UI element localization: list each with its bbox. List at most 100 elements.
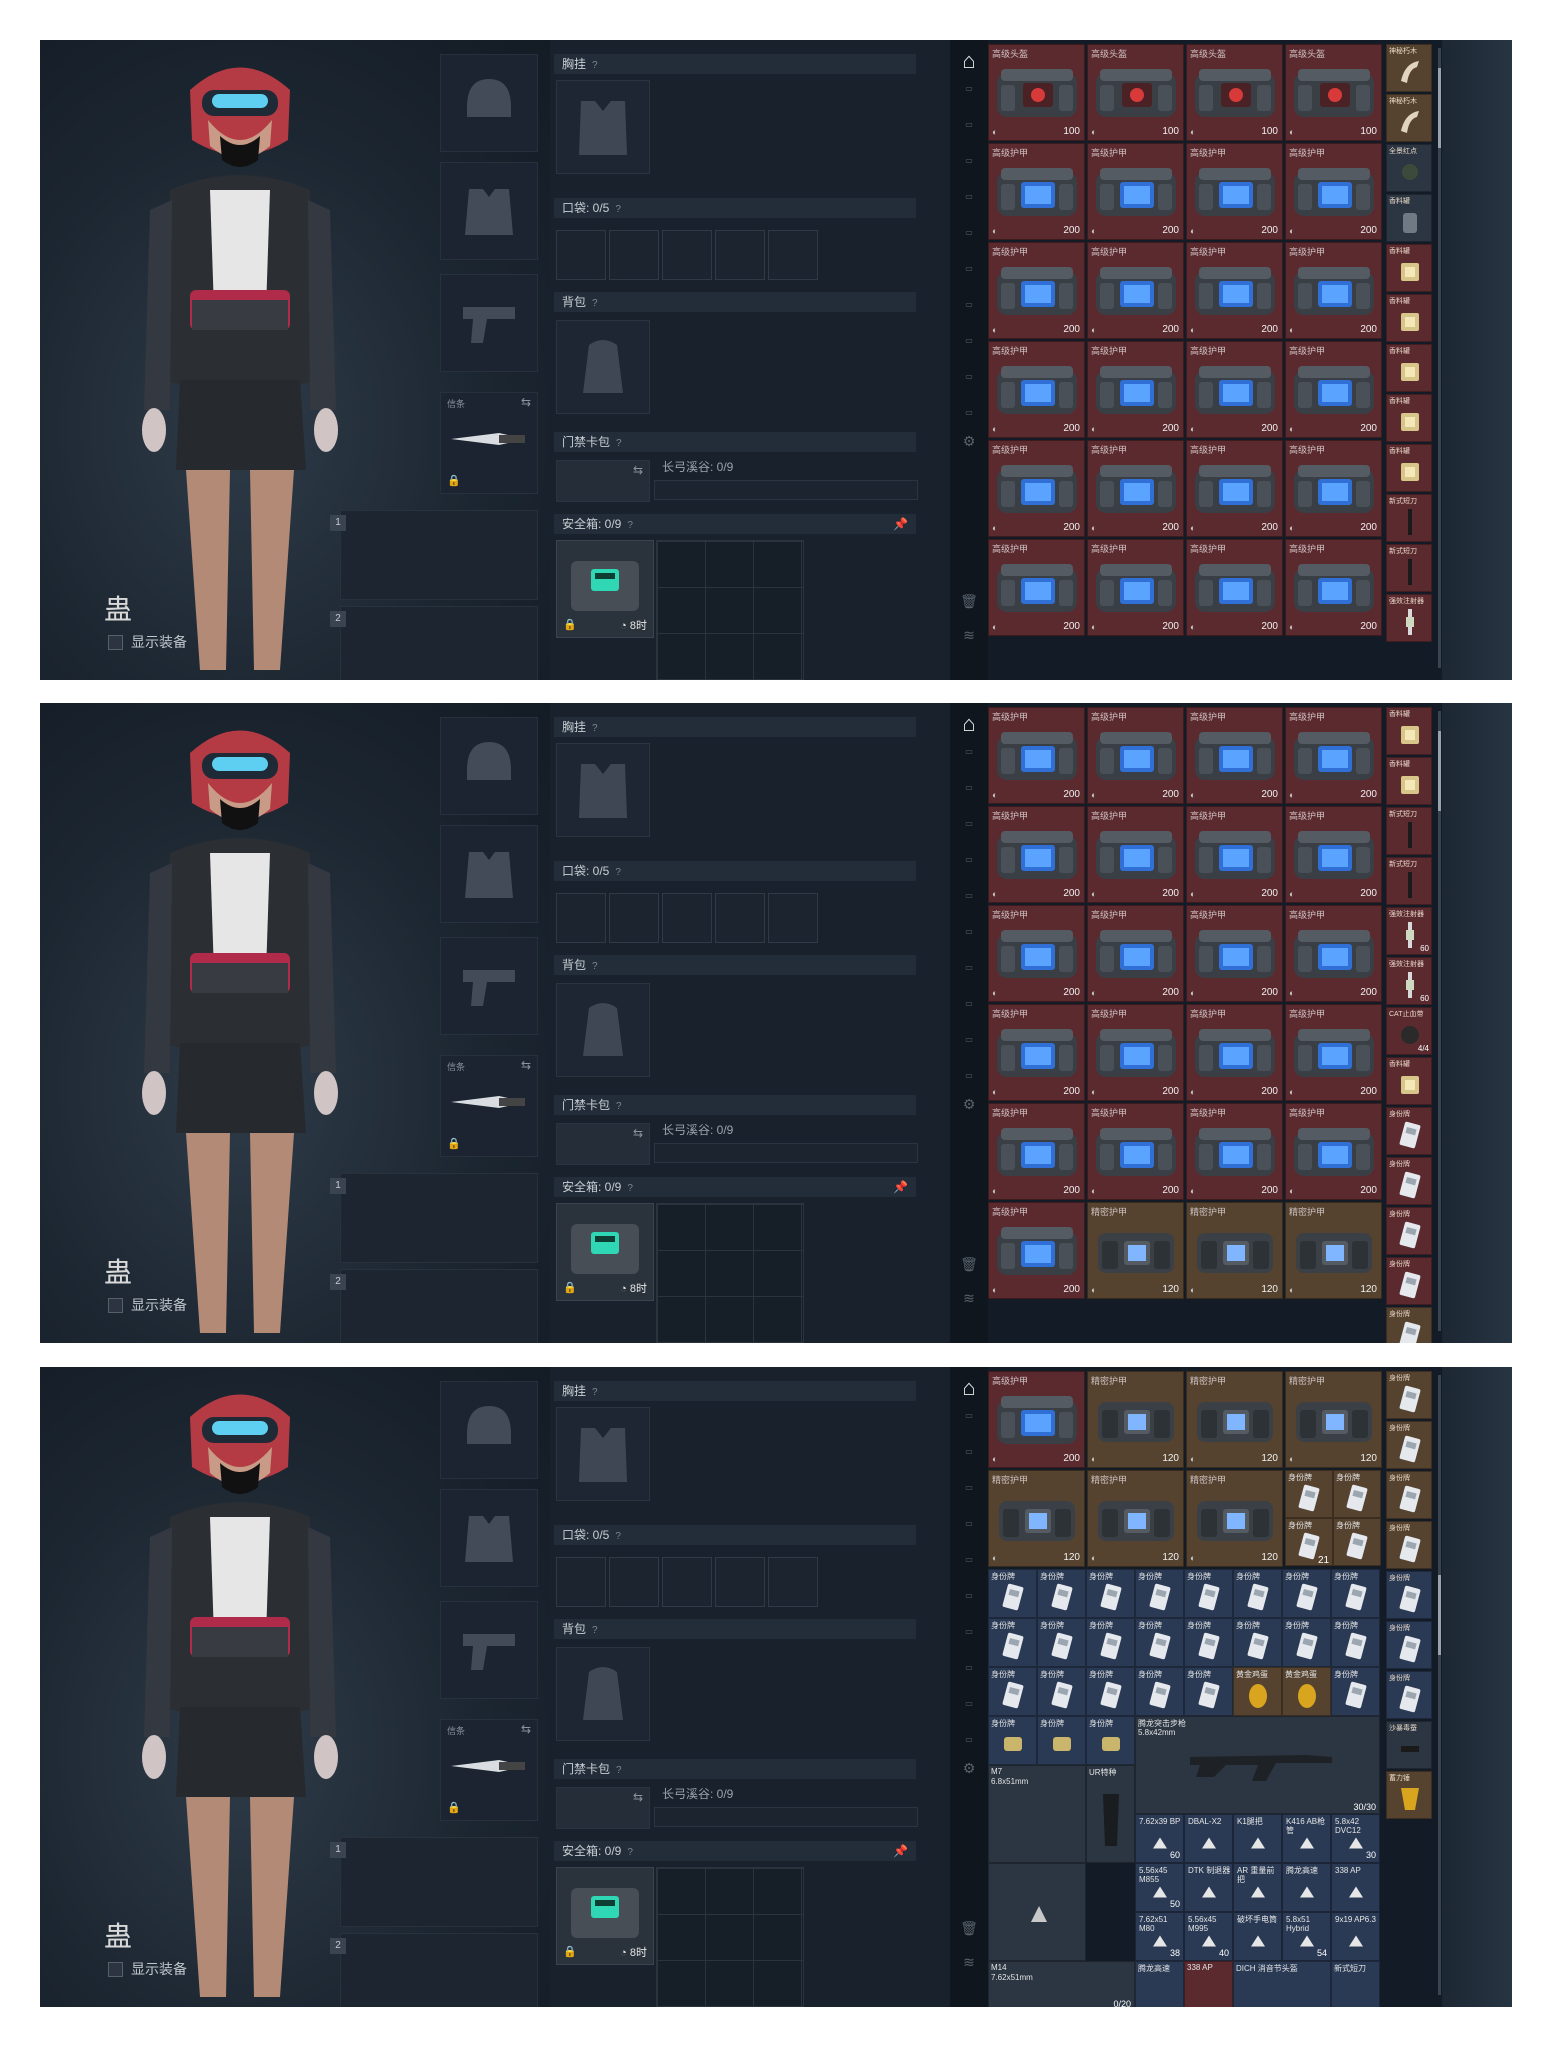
safebox-slot[interactable]: 🔒 ◔ 8时 <box>556 540 654 638</box>
category-tab-icon[interactable]: ▭ <box>956 120 982 146</box>
armor-item[interactable]: 高级护甲 ◐ 200 <box>1285 143 1382 240</box>
armor-item[interactable]: 高级护甲 ◐ 200 <box>1087 806 1184 903</box>
armor-item[interactable]: 精密护甲 ◐ 120 <box>1186 1202 1283 1299</box>
help-mark[interactable]: ? <box>616 1765 622 1776</box>
category-tab-icon[interactable]: ▭ <box>956 927 982 953</box>
helmet-slot[interactable] <box>440 1381 538 1479</box>
armor-item[interactable]: 高级护甲 ◐ 200 <box>1285 1103 1382 1200</box>
armor-slot[interactable] <box>440 1489 538 1587</box>
pocket-slot[interactable] <box>768 230 818 280</box>
card-item[interactable]: 身份牌 <box>1135 1667 1184 1716</box>
pocket-slot[interactable] <box>609 893 659 943</box>
armor-item[interactable]: 高级护甲 ◐ 200 <box>988 143 1085 240</box>
swap-icon[interactable]: ⇆ <box>633 1790 643 1804</box>
side-item[interactable]: 身份牌 <box>1386 1207 1432 1255</box>
side-item[interactable]: 强效注射器 60 <box>1386 907 1432 955</box>
ammo-item[interactable]: 破坏手电筒 <box>1233 1912 1282 1961</box>
rifle-item[interactable]: 腾龙突击步枪 5.8x42mm 30/30 <box>1135 1716 1380 1814</box>
id-tag-item[interactable]: 身份牌 <box>988 1716 1037 1765</box>
armor-item[interactable]: 高级护甲 ◐ 200 <box>1186 1004 1283 1101</box>
side-item[interactable]: 身份牌 <box>1386 1621 1432 1669</box>
side-item[interactable]: 香料罐 <box>1386 244 1432 292</box>
helmet-slot[interactable] <box>440 54 538 152</box>
armor-item[interactable]: 高级护甲 ◐ 200 <box>1285 440 1382 537</box>
show-equipment-toggle[interactable]: 显示装备 <box>108 632 187 652</box>
layers-icon[interactable]: ≋ <box>956 628 982 656</box>
side-item[interactable]: 香料罐 <box>1386 444 1432 492</box>
side-item[interactable]: CAT止血带 4/4 <box>1386 1007 1432 1055</box>
armor-item[interactable]: 高级护甲 ◐ 200 <box>1186 440 1283 537</box>
help-mark[interactable]: ? <box>627 520 633 531</box>
side-item[interactable]: 新式短刀 <box>1386 494 1432 542</box>
category-tab-icon[interactable]: ▭ <box>956 1447 982 1473</box>
pocket-slot[interactable] <box>662 230 712 280</box>
category-tab-icon[interactable]: ▭ <box>956 1735 982 1761</box>
checkbox[interactable] <box>108 634 123 650</box>
show-equipment-toggle[interactable]: 显示装备 <box>108 1959 187 1979</box>
side-item[interactable]: 新式短刀 <box>1386 857 1432 905</box>
armor-item[interactable]: 高级护甲 ◐ 200 <box>1285 1004 1382 1101</box>
armor-item[interactable]: 高级护甲 ◐ 200 <box>988 440 1085 537</box>
card-item[interactable]: 身份牌 <box>988 1569 1037 1618</box>
armor-item[interactable]: 高级护甲 ◐ 200 <box>1087 143 1184 240</box>
pocket-slot[interactable] <box>662 1557 712 1607</box>
helmet-item[interactable]: 高级头盔 ◐ 100 <box>1087 44 1184 141</box>
primary-weapon-slot[interactable]: 1 <box>330 1173 538 1263</box>
swap-icon[interactable]: ⇆ <box>521 395 531 409</box>
keycard-slot[interactable]: ⇆ <box>556 460 650 502</box>
layers-icon[interactable]: ≋ <box>956 1955 982 1983</box>
side-item[interactable]: 新式短刀 <box>1386 807 1432 855</box>
backpack-slot[interactable] <box>556 1647 650 1741</box>
card-item[interactable]: 身份牌 <box>1331 1569 1380 1618</box>
card-item[interactable]: 身份牌 <box>1135 1618 1184 1667</box>
card-item[interactable]: 身份牌 <box>1331 1667 1380 1716</box>
pocket-slot[interactable] <box>556 893 606 943</box>
armor-item[interactable]: 高级护甲 ◐ 200 <box>1285 539 1382 636</box>
side-item[interactable]: 身份牌 <box>1386 1257 1432 1305</box>
pistol-slot[interactable] <box>440 274 538 372</box>
armor-item[interactable]: 高级护甲 ◐ 200 <box>1087 341 1184 438</box>
help-mark[interactable]: ? <box>616 1101 622 1112</box>
checkbox[interactable] <box>108 1961 123 1977</box>
category-tab-icon[interactable]: ▭ <box>956 228 982 254</box>
golden-egg-item[interactable]: 黄金鸡蛋 <box>1233 1667 1282 1716</box>
armor-item[interactable]: 高级护甲 ◐ 200 <box>988 242 1085 339</box>
armor-item[interactable]: 高级护甲 ◐ 200 <box>1186 806 1283 903</box>
category-tab-icon[interactable]: ▭ <box>956 747 982 773</box>
chest-rig-slot[interactable] <box>556 1407 650 1501</box>
stash-scrollbar[interactable] <box>1438 711 1441 1331</box>
grip-item[interactable]: UR特种 <box>1086 1765 1135 1863</box>
armor-item[interactable]: 精密护甲 ◐ 120 <box>1186 1371 1283 1468</box>
side-item[interactable]: 沙暴毒蚕 <box>1386 1721 1432 1769</box>
category-tab-icon[interactable]: ▭ <box>956 84 982 110</box>
category-tab-icon[interactable]: ▭ <box>956 855 982 881</box>
armor-item[interactable]: 高级护甲 ◐ 200 <box>988 539 1085 636</box>
swap-icon[interactable]: ⇆ <box>633 1126 643 1140</box>
armor-item[interactable]: 高级护甲 ◐ 200 <box>1087 539 1184 636</box>
help-mark[interactable]: ? <box>592 1387 598 1398</box>
swap-icon[interactable]: ⇆ <box>521 1058 531 1072</box>
help-mark[interactable]: ? <box>592 723 598 734</box>
armor-item[interactable]: 高级护甲 ◐ 200 <box>1186 143 1283 240</box>
ammo-item[interactable]: 338 AP <box>1184 1961 1233 2007</box>
help-mark[interactable]: ? <box>615 204 621 215</box>
chest-rig-slot[interactable] <box>556 80 650 174</box>
armor-item[interactable]: 精密护甲 ◐ 120 <box>1186 1470 1283 1567</box>
armor-item[interactable]: 精密护甲 ◐ 120 <box>1285 1202 1382 1299</box>
primary-weapon-slot[interactable]: 1 <box>330 510 538 600</box>
gear-icon[interactable]: ⚙ <box>956 1097 982 1125</box>
help-mark[interactable]: ? <box>592 298 598 309</box>
category-tab-icon[interactable]: ▭ <box>956 999 982 1025</box>
category-tab-icon[interactable]: ▭ <box>956 372 982 398</box>
help-mark[interactable]: ? <box>616 438 622 449</box>
home-icon[interactable]: ⌂ <box>956 711 982 737</box>
card-item[interactable]: 身份牌 <box>1086 1569 1135 1618</box>
pin-icon[interactable]: 📌 <box>893 1177 908 1197</box>
category-tab-icon[interactable]: ▭ <box>956 1627 982 1653</box>
pocket-slot[interactable] <box>609 230 659 280</box>
armor-item[interactable]: 精密护甲 ◐ 120 <box>1087 1371 1184 1468</box>
armor-item[interactable]: 高级护甲 ◐ 200 <box>1087 905 1184 1002</box>
side-item[interactable]: 身份牌 <box>1386 1371 1432 1419</box>
pocket-slot[interactable] <box>715 1557 765 1607</box>
pocket-slot[interactable] <box>556 1557 606 1607</box>
